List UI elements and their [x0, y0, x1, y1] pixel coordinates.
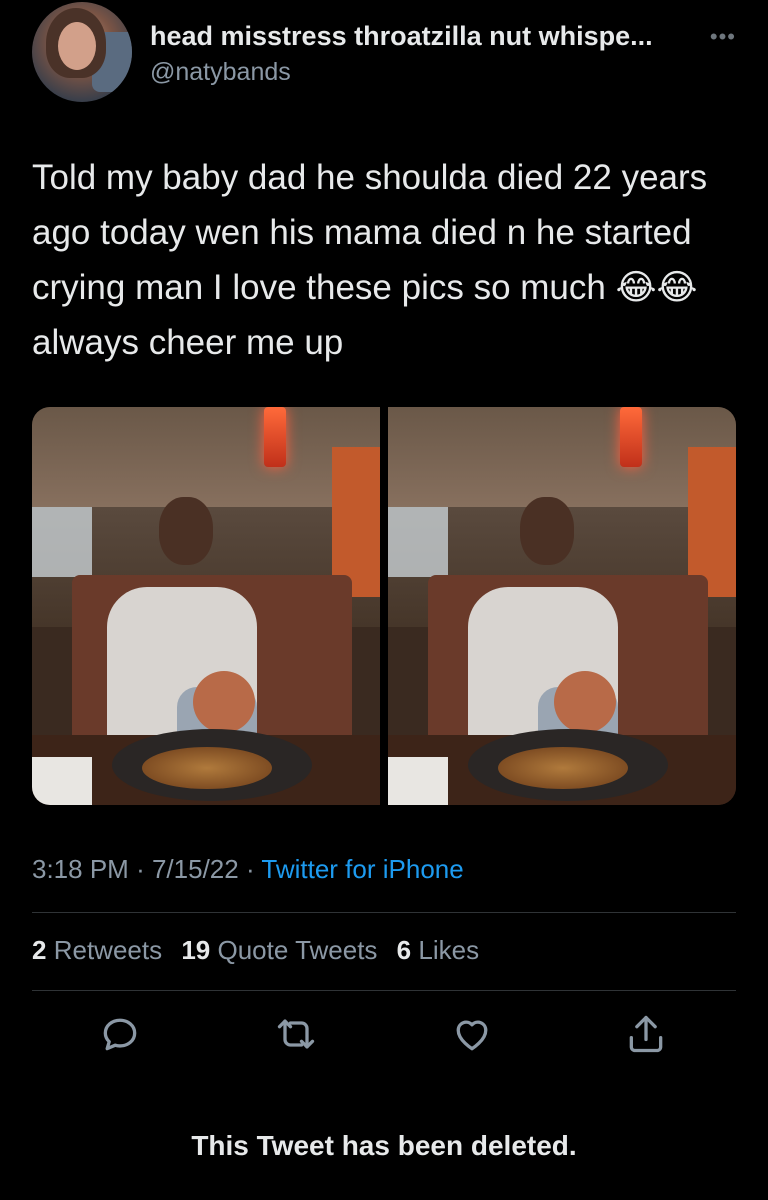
author-display-name[interactable]: head misstress throatzilla nut whispe... [150, 21, 653, 52]
tweet-text: Told my baby dad he shoulda died 22 year… [32, 158, 717, 362]
tweet-actions [0, 1012, 768, 1056]
deleted-notice: This Tweet has been deleted. [191, 1130, 577, 1161]
tweet-photo-2[interactable] [388, 407, 736, 805]
like-icon[interactable] [450, 1012, 494, 1056]
separator: · [136, 854, 145, 884]
ellipsis-icon[interactable]: ••• [710, 24, 736, 50]
tweet-source-link[interactable]: Twitter for iPhone [261, 854, 463, 884]
quote-tweets-stat[interactable]: 19 Quote Tweets [181, 935, 377, 965]
likes-stat[interactable]: 6 Likes [397, 935, 479, 965]
tweet-date: 7/15/22 [151, 854, 239, 884]
reply-icon[interactable] [98, 1012, 142, 1056]
author-handle[interactable]: @natybands [150, 58, 291, 87]
tweet-header: head misstress throatzilla nut whispe...… [32, 2, 736, 106]
tweet-photo-1[interactable] [32, 407, 380, 805]
tweet-media [32, 407, 736, 805]
share-icon[interactable] [624, 1012, 668, 1056]
separator: · [245, 854, 255, 884]
tweet-stats: 2 Retweets 19 Quote Tweets 6 Likes [32, 935, 491, 966]
tweet-metadata: 3:18 PM · 7/15/22 · Twitter for iPhone [32, 854, 464, 885]
divider [32, 990, 736, 991]
avatar[interactable] [32, 2, 132, 102]
retweets-stat[interactable]: 2 Retweets [32, 935, 162, 965]
retweet-icon[interactable] [274, 1012, 318, 1056]
divider [32, 912, 736, 913]
tweet-time: 3:18 PM [32, 854, 129, 884]
